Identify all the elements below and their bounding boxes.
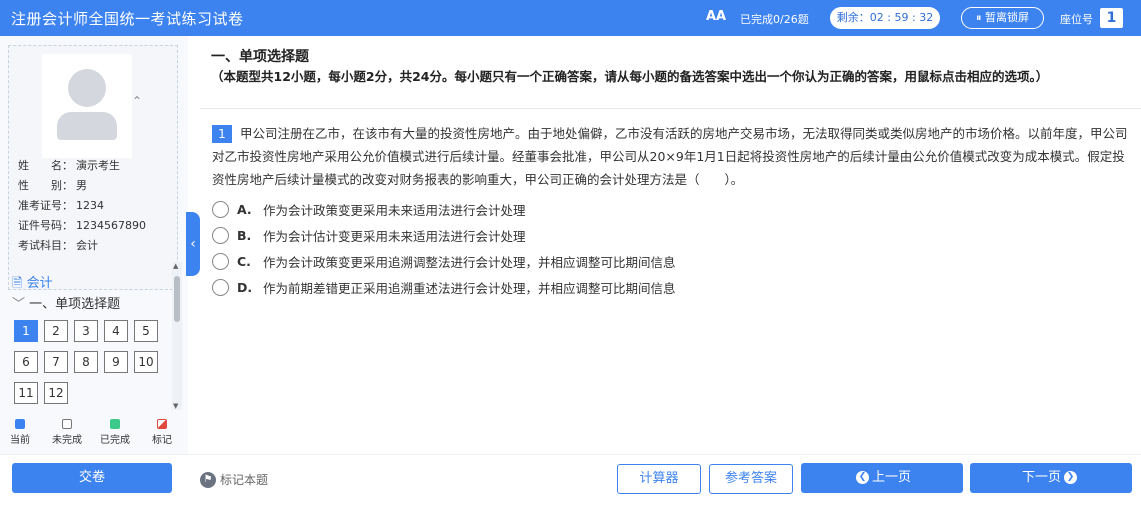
option-d[interactable]: D. 作为前期差错更正采用追溯重述法进行会计处理，并相应调整可比期间信息 xyxy=(212,277,676,297)
question-nav-button[interactable]: 12 xyxy=(44,382,68,404)
app-title: 注册会计师全国统一考试练习试卷 xyxy=(11,10,244,28)
candidate-gender-row: 性 别：男 xyxy=(18,179,87,192)
legend-done: 已完成 xyxy=(100,419,130,446)
nav-scrollbar[interactable]: ▲ ▼ xyxy=(172,262,182,410)
reference-answer-button[interactable]: 参考答案 xyxy=(709,464,793,494)
legend-done-swatch xyxy=(110,419,120,429)
question-number: 1 xyxy=(212,125,232,143)
question-nav-button[interactable]: 10 xyxy=(134,351,158,373)
question-nav-button[interactable]: 7 xyxy=(44,351,68,373)
document-icon: 🗎 xyxy=(12,276,23,291)
question-panel: 一、单项选择题 （本题型共12小题，每小题2分，共24分。每小题只有一个正确答案… xyxy=(200,36,1141,454)
question-nav-button[interactable]: 6 xyxy=(14,351,38,373)
legend-current: 当前 xyxy=(10,419,30,446)
prev-page-button[interactable]: ❮ 上一页 xyxy=(801,463,963,493)
option-b[interactable]: B. 作为会计估计变更采用未来适用法进行会计处理 xyxy=(212,225,526,245)
chevron-down-icon: ﹀ xyxy=(12,297,26,312)
font-size-icon[interactable]: AA xyxy=(706,9,726,24)
option-c[interactable]: C. 作为会计政策变更采用追溯调整法进行会计处理，并相应调整可比期间信息 xyxy=(212,251,676,271)
footer-bar: 交卷 ⚑ 标记本题 计算器 参考答案 ❮ 上一页 下一页 ❯ xyxy=(0,454,1141,509)
radio-d[interactable] xyxy=(212,278,229,296)
radio-c[interactable] xyxy=(212,252,229,270)
question-nav-button[interactable]: 5 xyxy=(134,320,158,342)
section-description: （本题型共12小题，每小题2分，共24分。每小题只有一个正确答案，请从每小题的备… xyxy=(211,69,1049,84)
nav-section[interactable]: ﹀ 一、单项选择题 xyxy=(12,293,120,312)
divider xyxy=(200,108,1141,109)
candidate-id-row: 证件号码： 1234567890 xyxy=(18,219,146,232)
candidate-name: 演示考生 xyxy=(76,159,120,172)
candidate-ticket-row: 准考证号： 1234 xyxy=(18,199,104,212)
question-nav-button[interactable]: 8 xyxy=(74,351,98,373)
pause-icon: ⏸ xyxy=(976,11,982,24)
candidate-subject-row: 考试科目： 会计 xyxy=(18,239,98,252)
question-nav-button[interactable]: 11 xyxy=(14,382,38,404)
option-a[interactable]: A. 作为会计政策变更采用未来适用法进行会计处理 xyxy=(212,199,526,219)
candidate-id: 1234567890 xyxy=(76,219,146,232)
question-nav-button[interactable]: 3 xyxy=(74,320,98,342)
section-title: 一、单项选择题 xyxy=(211,49,309,65)
radio-a[interactable] xyxy=(212,200,229,218)
candidate-name-row: 姓 名： 演示考生 xyxy=(18,159,120,172)
question-nav-button[interactable]: 2 xyxy=(44,320,68,342)
next-page-button[interactable]: 下一页 ❯ xyxy=(970,463,1132,493)
pause-lock-button[interactable]: ⏸ 暂离锁屏 xyxy=(961,7,1044,29)
progress-text: 已完成0/26题 xyxy=(740,13,809,26)
chevron-right-icon: ❯ xyxy=(1064,471,1077,484)
scroll-down-icon[interactable]: ▼ xyxy=(173,402,178,410)
calculator-button[interactable]: 计算器 xyxy=(617,464,701,494)
submit-button[interactable]: 交卷 xyxy=(12,463,172,493)
pause-label: 暂离锁屏 xyxy=(985,11,1029,24)
question-nav-button[interactable]: 1 xyxy=(14,320,38,342)
top-bar: 注册会计师全国统一考试练习试卷 AA 已完成0/26题 剩余：02 : 59 :… xyxy=(0,0,1141,36)
seat-label: 座位号 xyxy=(1060,13,1093,26)
seat-number: 1 xyxy=(1100,8,1123,28)
radio-b[interactable] xyxy=(212,226,229,244)
sidebar: ⌃ 姓 名： 演示考生 性 别：男 准考证号： 1234 证件号码： 12345678… xyxy=(0,36,188,454)
question-nav-button[interactable]: 9 xyxy=(104,351,128,373)
candidate-ticket: 1234 xyxy=(76,199,104,212)
candidate-gender: 男 xyxy=(76,179,87,192)
question-nav-button[interactable]: 4 xyxy=(104,320,128,342)
avatar-head-shape xyxy=(68,69,106,107)
avatar xyxy=(42,54,132,158)
scroll-up-icon[interactable]: ▲ xyxy=(173,262,178,270)
candidate-subject: 会计 xyxy=(76,239,98,252)
scroll-thumb[interactable] xyxy=(174,276,180,322)
question-text: 甲公司注册在乙市，在该市有大量的投资性房地产。由于地处偏僻，乙市没有活跃的房地产… xyxy=(212,126,1128,187)
timer: 剩余：02 : 59 : 32 xyxy=(830,7,940,29)
question-stem: 1 甲公司注册在乙市，在该市有大量的投资性房地产。由于地处偏僻，乙市没有活跃的房地… xyxy=(212,122,1130,191)
legend-current-swatch xyxy=(15,419,25,429)
candidate-card: ⌃ 姓 名： 演示考生 性 别：男 准考证号： 1234 证件号码： 12345678… xyxy=(8,45,178,290)
flag-question-button[interactable]: ⚑ 标记本题 xyxy=(200,471,268,488)
legend-marked-swatch xyxy=(157,419,167,429)
chevron-left-icon: ❮ xyxy=(855,471,869,484)
chevron-up-icon[interactable]: ⌃ xyxy=(132,94,142,108)
legend-marked: 标记 xyxy=(152,419,172,446)
sidebar-toggle-chevron-left-icon[interactable]: ‹ xyxy=(186,212,200,276)
legend-undone: 未完成 xyxy=(52,419,82,446)
flag-icon: ⚑ xyxy=(200,471,216,488)
avatar-body-shape xyxy=(57,112,117,140)
legend-undone-swatch xyxy=(62,419,72,429)
